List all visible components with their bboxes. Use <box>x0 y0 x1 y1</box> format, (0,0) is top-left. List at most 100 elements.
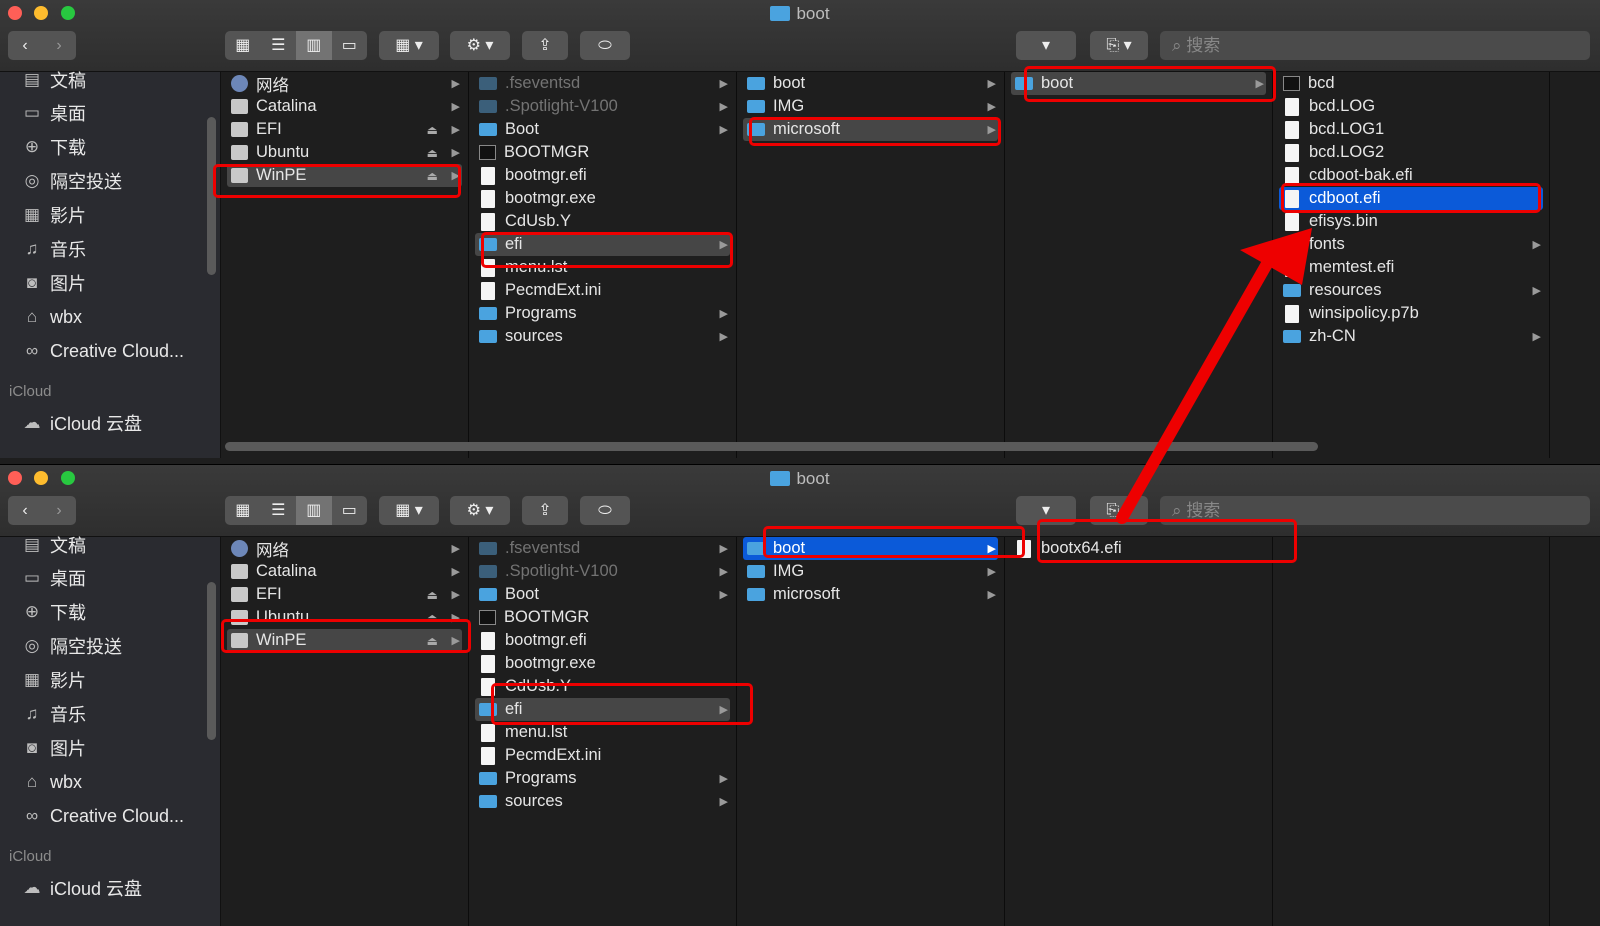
sidebar-item-downloads[interactable]: ⊕ 下载 <box>20 134 86 160</box>
back-forward-buttons[interactable]: ‹ › <box>8 496 76 525</box>
list-item[interactable]: zh-CN ▶ <box>1279 325 1543 348</box>
list-item[interactable]: boot ▶ <box>743 72 998 95</box>
sidebar-item-documents[interactable]: ▤ 文稿 <box>20 67 86 93</box>
eject-icon[interactable]: ⏏ <box>427 123 438 137</box>
view-mode-control[interactable]: ▦ ☰ ▥ ▭ <box>225 496 367 525</box>
list-item[interactable]: bootmgr.exe <box>475 652 730 675</box>
list-item[interactable]: winsipolicy.p7b <box>1279 302 1543 325</box>
list-item[interactable]: BOOTMGR <box>475 141 730 164</box>
list-item[interactable]: sources ▶ <box>475 790 730 813</box>
back-forward-buttons[interactable]: ‹ › <box>8 31 76 60</box>
list-item[interactable]: cdboot-bak.efi <box>1279 164 1543 187</box>
sidebar-item-airdrop[interactable]: ◎ 隔空投送 <box>20 168 122 194</box>
list-item-selected[interactable]: WinPE ⏏ ▶ <box>227 164 462 187</box>
tag-icon[interactable]: ⬭ <box>580 496 630 525</box>
sidebar-item-icloud-drive[interactable]: ☁ iCloud 云盘 <box>20 410 143 436</box>
list-item[interactable]: memtest.efi <box>1279 256 1543 279</box>
sidebar-item-pictures[interactable]: ◙ 图片 <box>20 270 86 296</box>
sidebar-item-creative-cloud[interactable]: ∞ Creative Cloud... <box>20 338 184 364</box>
sidebar-item-movies[interactable]: ▦ 影片 <box>20 667 86 693</box>
list-item[interactable]: PecmdExt.ini <box>475 279 730 302</box>
list-item[interactable]: menu.lst <box>475 721 730 744</box>
eject-icon[interactable]: ⏏ <box>427 634 438 648</box>
list-item[interactable]: bcd.LOG <box>1279 95 1543 118</box>
list-item-selected[interactable]: WinPE ⏏ ▶ <box>227 629 462 652</box>
list-view-icon[interactable]: ☰ <box>261 496 297 525</box>
tag-icon[interactable]: ⬭ <box>580 31 630 60</box>
sidebar-item-icloud-drive[interactable]: ☁ iCloud 云盘 <box>20 875 143 901</box>
list-item[interactable]: IMG ▶ <box>743 95 998 118</box>
list-item[interactable]: Catalina ▶ <box>227 95 462 118</box>
eject-icon[interactable]: ⏏ <box>427 169 438 183</box>
list-item[interactable]: CdUsb.Y <box>475 675 730 698</box>
share-icon[interactable]: ⇪ <box>522 496 568 525</box>
column-view-icon[interactable]: ▥ <box>296 31 332 60</box>
sidebar-item-desktop[interactable]: ▭ 桌面 <box>20 100 86 126</box>
list-item-selected[interactable]: efi ▶ <box>475 233 730 256</box>
list-item[interactable]: bootmgr.exe <box>475 187 730 210</box>
list-item[interactable]: microsoft ▶ <box>743 583 998 606</box>
list-item[interactable]: sources ▶ <box>475 325 730 348</box>
list-item[interactable]: menu.lst <box>475 256 730 279</box>
sidebar-item-creative-cloud[interactable]: ∞ Creative Cloud... <box>20 803 184 829</box>
share-icon[interactable]: ⇪ <box>522 31 568 60</box>
sidebar-scrollbar[interactable] <box>207 117 216 275</box>
horizontal-scrollbar[interactable] <box>225 442 1318 451</box>
list-item[interactable]: bcd.LOG1 <box>1279 118 1543 141</box>
list-item[interactable]: resources ▶ <box>1279 279 1543 302</box>
list-item[interactable]: .fseventsd ▶ <box>475 537 730 560</box>
back-icon[interactable]: ‹ <box>8 496 42 525</box>
eject-icon[interactable]: ⏏ <box>427 588 438 602</box>
list-item-selected[interactable]: efi ▶ <box>475 698 730 721</box>
list-item[interactable]: 网络 ▶ <box>227 72 462 95</box>
sidebar-scrollbar[interactable] <box>207 582 216 740</box>
list-item[interactable]: BOOTMGR <box>475 606 730 629</box>
list-item-selected[interactable]: microsoft ▶ <box>743 118 998 141</box>
gallery-view-icon[interactable]: ▭ <box>332 496 368 525</box>
list-item[interactable]: IMG ▶ <box>743 560 998 583</box>
column-view-icon[interactable]: ▥ <box>296 496 332 525</box>
gallery-view-icon[interactable]: ▭ <box>332 31 368 60</box>
list-item[interactable]: Programs ▶ <box>475 767 730 790</box>
group-button[interactable]: ▦ ▾ <box>379 496 439 525</box>
back-icon[interactable]: ‹ <box>8 31 42 60</box>
sidebar-item-airdrop[interactable]: ◎ 隔空投送 <box>20 633 122 659</box>
list-item-selected[interactable]: boot ▶ <box>1011 72 1266 95</box>
list-item[interactable]: 网络 ▶ <box>227 537 462 560</box>
list-item[interactable]: bootmgr.efi <box>475 629 730 652</box>
list-item[interactable]: .Spotlight-V100 ▶ <box>475 560 730 583</box>
list-item[interactable]: .Spotlight-V100 ▶ <box>475 95 730 118</box>
path-dropdown[interactable]: ▾ <box>1016 496 1076 525</box>
group-button[interactable]: ▦ ▾ <box>379 31 439 60</box>
list-view-icon[interactable]: ☰ <box>261 31 297 60</box>
list-item[interactable]: .fseventsd ▶ <box>475 72 730 95</box>
forward-icon[interactable]: › <box>42 31 76 60</box>
action-gear-icon[interactable]: ⚙ ▾ <box>450 496 510 525</box>
sidebar-item-pictures[interactable]: ◙ 图片 <box>20 735 86 761</box>
sidebar-item-music[interactable]: ♫ 音乐 <box>20 701 86 727</box>
list-item[interactable]: bootmgr.efi <box>475 164 730 187</box>
forward-icon[interactable]: › <box>42 496 76 525</box>
view-mode-control[interactable]: ▦ ☰ ▥ ▭ <box>225 31 367 60</box>
search-input[interactable]: ⌕ 搜索 <box>1160 31 1590 60</box>
list-item[interactable]: Catalina ▶ <box>227 560 462 583</box>
list-item[interactable]: EFI ⏏ ▶ <box>227 583 462 606</box>
connect-dropdown[interactable]: ⎘ ▾ <box>1090 31 1148 60</box>
sidebar-item-movies[interactable]: ▦ 影片 <box>20 202 86 228</box>
list-item[interactable]: Boot ▶ <box>475 583 730 606</box>
list-item[interactable]: EFI ⏏ ▶ <box>227 118 462 141</box>
sidebar-item-downloads[interactable]: ⊕ 下载 <box>20 599 86 625</box>
sidebar-item-documents[interactable]: ▤ 文稿 <box>20 532 86 558</box>
icon-view-icon[interactable]: ▦ <box>225 496 261 525</box>
list-item[interactable]: Boot ▶ <box>475 118 730 141</box>
path-dropdown[interactable]: ▾ <box>1016 31 1076 60</box>
list-item-selected[interactable]: boot ▶ <box>743 537 998 560</box>
icon-view-icon[interactable]: ▦ <box>225 31 261 60</box>
sidebar-item-home[interactable]: ⌂ wbx <box>20 769 82 795</box>
list-item-selected[interactable]: cdboot.efi <box>1279 187 1543 210</box>
list-item[interactable]: PecmdExt.ini <box>475 744 730 767</box>
list-item[interactable]: Ubuntu ⏏ ▶ <box>227 606 462 629</box>
list-item[interactable]: Ubuntu ⏏ ▶ <box>227 141 462 164</box>
sidebar-item-music[interactable]: ♫ 音乐 <box>20 236 86 262</box>
list-item[interactable]: efisys.bin <box>1279 210 1543 233</box>
